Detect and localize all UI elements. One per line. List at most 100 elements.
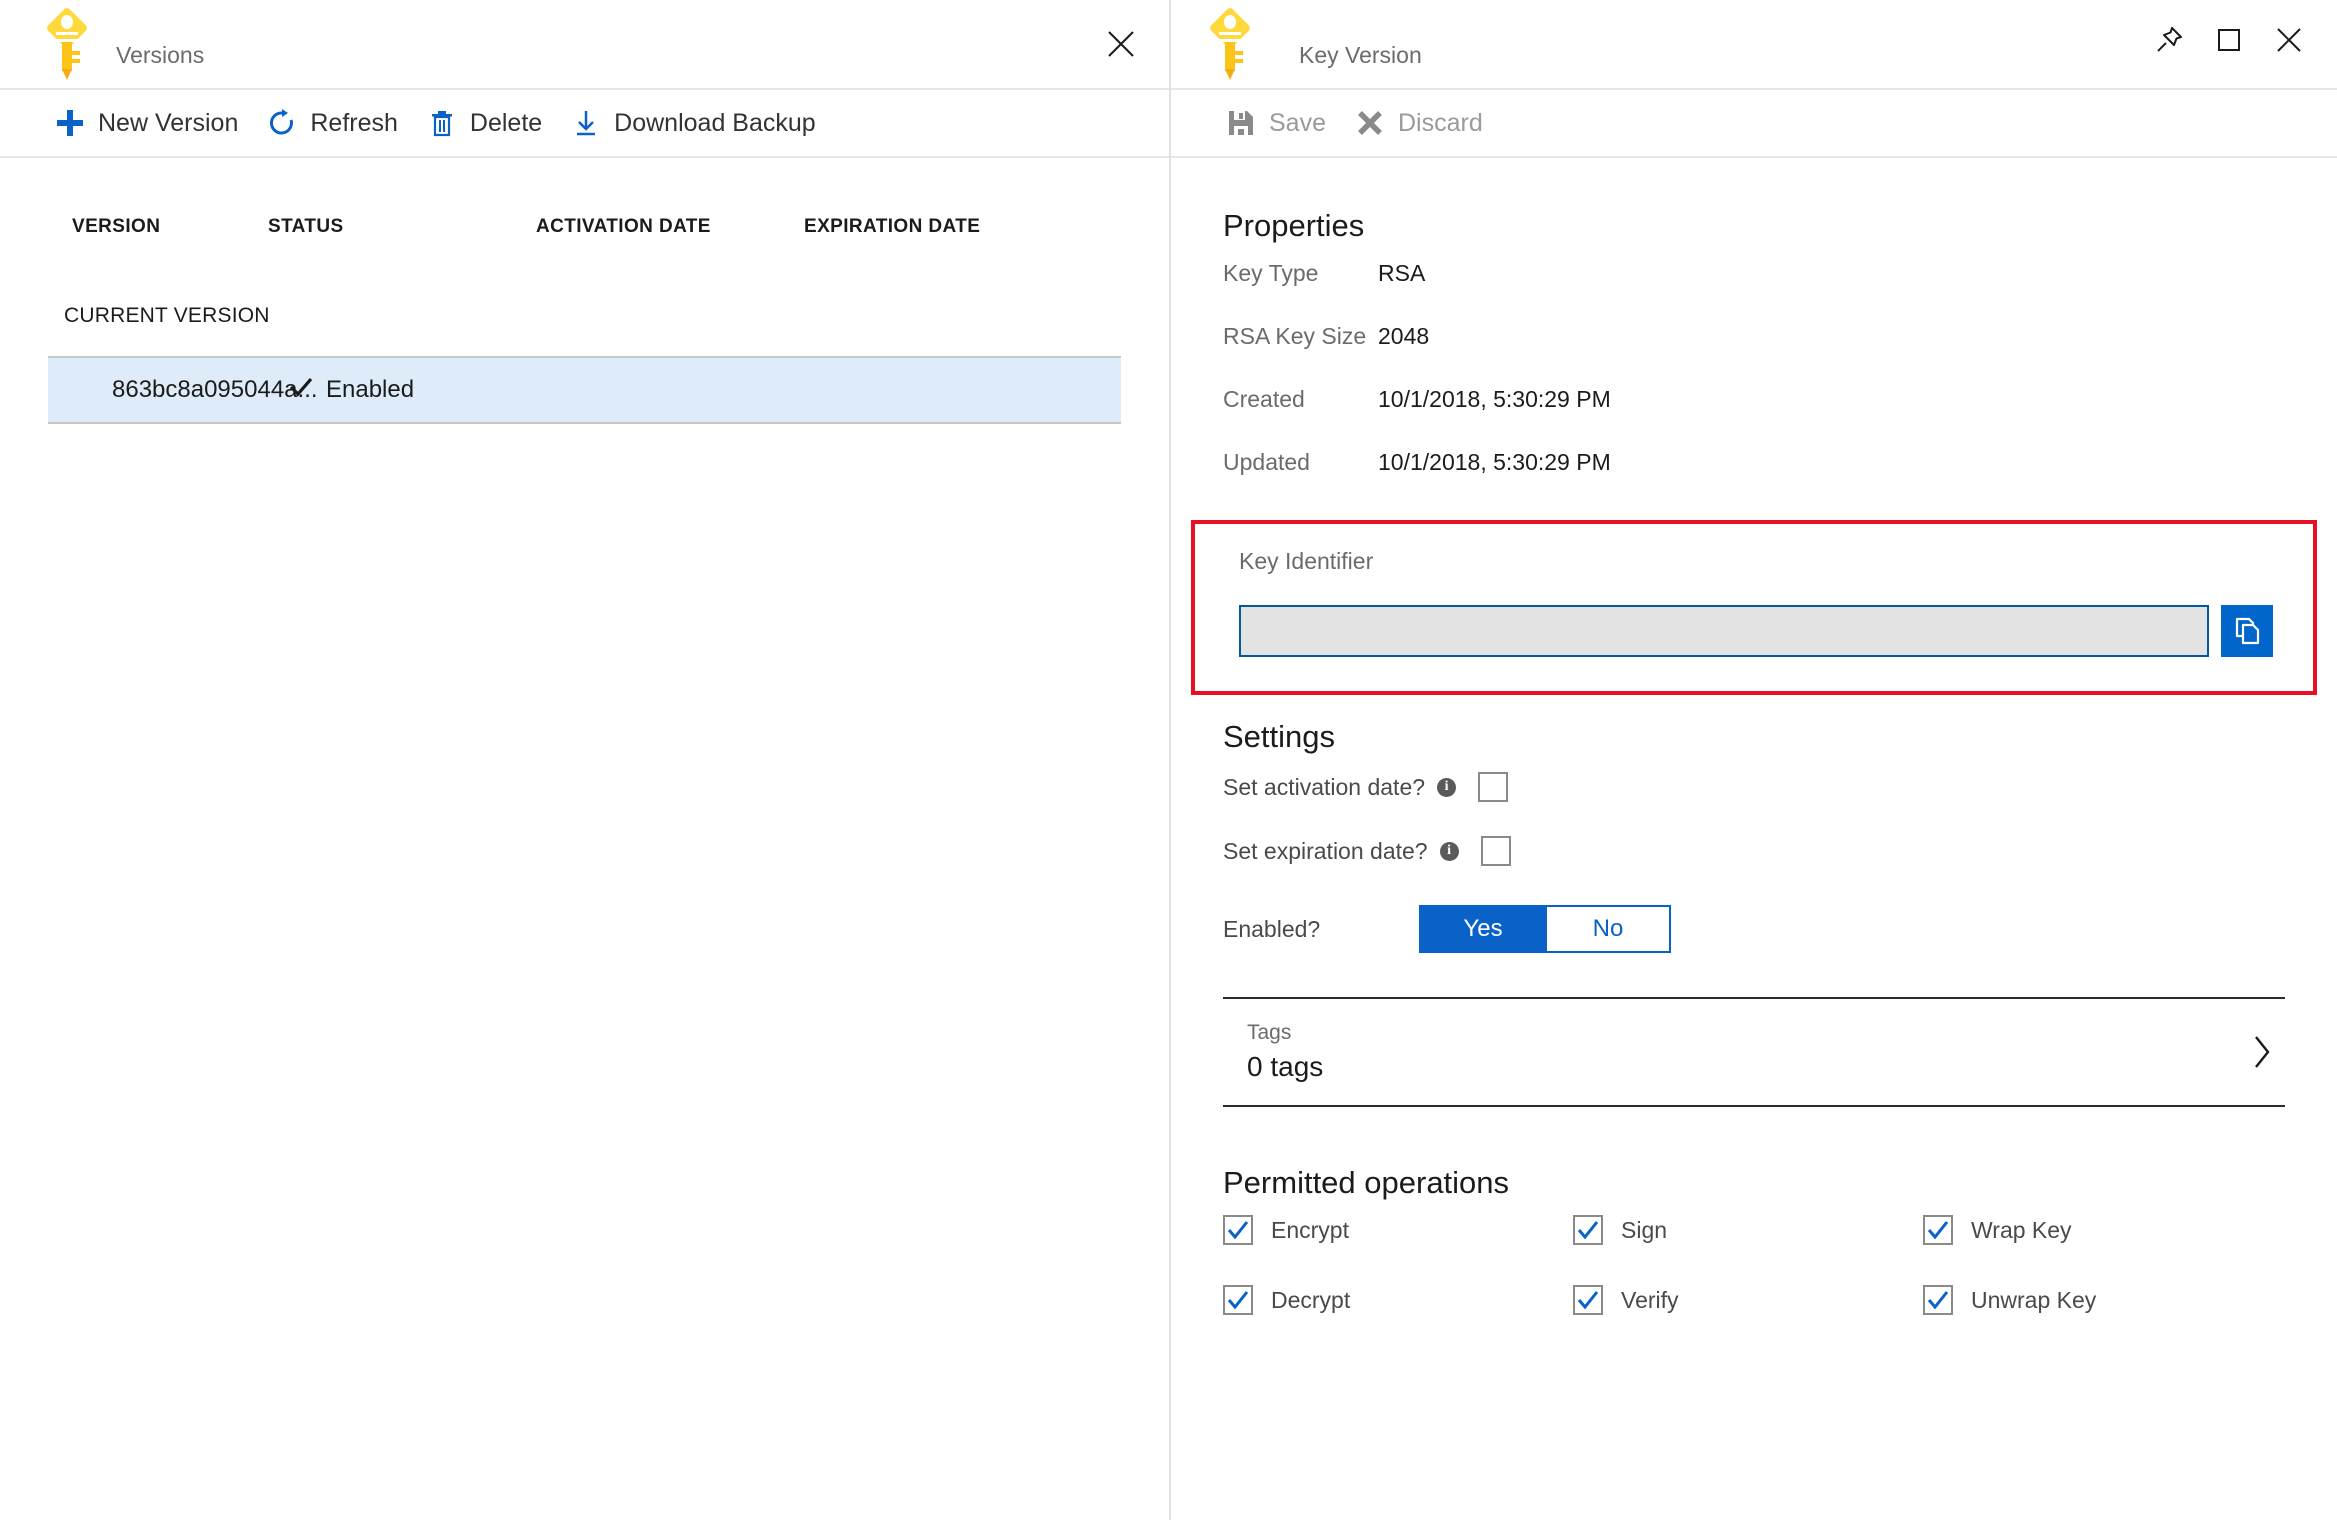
- maximize-blade-button[interactable]: [2199, 10, 2259, 70]
- property-label: Key Type: [1223, 260, 1319, 286]
- enabled-row: Enabled? Yes No: [1171, 897, 2337, 961]
- key-icon: [1208, 6, 1252, 81]
- key-icon: [45, 6, 89, 81]
- permission-label: Unwrap Key: [1971, 1286, 2097, 1313]
- copy-icon: [2235, 617, 2260, 645]
- delete-button[interactable]: Delete: [412, 94, 556, 152]
- download-icon: [570, 107, 602, 139]
- property-label: Updated: [1223, 449, 1310, 475]
- permission-label: Wrap Key: [1971, 1216, 2072, 1243]
- decrypt-checkbox[interactable]: [1223, 1285, 1253, 1315]
- trash-icon: [426, 107, 458, 139]
- wrap-key-checkbox[interactable]: [1923, 1215, 1953, 1245]
- new-version-button[interactable]: New Version: [40, 94, 252, 152]
- versions-toolbar: New Version Refresh Delete Download Back…: [0, 90, 1169, 158]
- permitted-operations-section: Permitted operations Encrypt Sign Wrap K…: [1171, 1165, 2337, 1315]
- check-icon: [1927, 1221, 1949, 1240]
- row-version-value: 863bc8a095044a...: [112, 376, 318, 403]
- set-expiration-date-checkbox[interactable]: [1480, 836, 1511, 866]
- tags-label: Tags: [1247, 1021, 1292, 1044]
- set-activation-date-checkbox[interactable]: [1478, 772, 1509, 802]
- close-versions-blade-button[interactable]: [1093, 16, 1149, 72]
- properties-heading: Properties: [1223, 208, 1365, 243]
- check-icon: [1227, 1221, 1249, 1240]
- settings-heading: Settings: [1223, 719, 1336, 754]
- versions-table: VERSION STATUS ACTIVATION DATE EXPIRATIO…: [0, 158, 1169, 1520]
- versions-blade-header: Versions: [0, 0, 1169, 90]
- window-controls: [2139, 10, 2319, 70]
- permission-encrypt[interactable]: Encrypt: [1223, 1215, 1573, 1245]
- app-screen: Versions New Version Refresh Delete Down…: [0, 0, 2337, 1520]
- save-icon: [1225, 107, 1257, 139]
- permission-unwrap-key[interactable]: Unwrap Key: [1923, 1285, 2273, 1315]
- key-version-blade-header: Key Version: [1171, 0, 2337, 90]
- unwrap-key-checkbox[interactable]: [1923, 1285, 1953, 1315]
- discard-icon: [1354, 107, 1386, 139]
- save-button[interactable]: Save: [1211, 94, 1340, 152]
- pin-icon: [2157, 27, 2182, 52]
- key-identifier-highlight: Key Identifier: [1191, 520, 2317, 695]
- key-identifier-label: Key Identifier: [1239, 548, 1374, 574]
- column-header-activation-date: ACTIVATION DATE: [536, 216, 711, 237]
- copy-key-identifier-button[interactable]: [2221, 605, 2273, 657]
- permission-decrypt[interactable]: Decrypt: [1223, 1285, 1573, 1315]
- close-blade-button[interactable]: [2259, 10, 2319, 70]
- check-icon: [288, 374, 314, 407]
- property-label: RSA Key Size: [1223, 323, 1367, 349]
- permission-label: Decrypt: [1271, 1286, 1351, 1313]
- enabled-label: Enabled?: [1223, 915, 1321, 942]
- table-row[interactable]: 863bc8a095044a... Enabled: [48, 356, 1121, 424]
- permission-verify[interactable]: Verify: [1573, 1285, 1923, 1315]
- permission-sign[interactable]: Sign: [1573, 1215, 1923, 1245]
- property-label: Created: [1223, 386, 1305, 412]
- discard-label: Discard: [1397, 108, 1483, 137]
- info-icon[interactable]: i: [1439, 841, 1459, 861]
- check-icon: [1927, 1291, 1949, 1310]
- set-expiration-date-row: Set expiration date? i: [1171, 819, 2337, 883]
- property-row-created: Created 10/1/2018, 5:30:29 PM: [1171, 386, 2337, 449]
- enabled-toggle: Yes No: [1419, 905, 1671, 953]
- delete-label: Delete: [469, 108, 543, 137]
- key-identifier-input[interactable]: [1239, 605, 2209, 657]
- property-value: 2048: [1378, 323, 1430, 349]
- enabled-yes-button[interactable]: Yes: [1419, 905, 1545, 953]
- discard-button[interactable]: Discard: [1340, 94, 1497, 152]
- key-identifier-row: [1227, 605, 2281, 657]
- column-header-status: STATUS: [268, 216, 344, 237]
- permission-label: Sign: [1621, 1216, 1668, 1243]
- property-row-updated: Updated 10/1/2018, 5:30:29 PM: [1171, 449, 2337, 512]
- property-row-rsa-key-size: RSA Key Size 2048: [1171, 323, 2337, 386]
- close-icon: [1108, 31, 1134, 57]
- chevron-right-icon: [2255, 1036, 2270, 1068]
- permission-label: Encrypt: [1271, 1216, 1349, 1243]
- versions-table-header-row: VERSION STATUS ACTIVATION DATE EXPIRATIO…: [0, 158, 1169, 238]
- versions-blade-title: Versions: [116, 41, 205, 68]
- key-version-blade-title: Key Version: [1299, 41, 1422, 68]
- permission-label: Verify: [1621, 1286, 1679, 1313]
- tags-count: 0 tags: [1247, 1051, 1324, 1082]
- encrypt-checkbox[interactable]: [1223, 1215, 1253, 1245]
- pin-blade-button[interactable]: [2139, 10, 2199, 70]
- row-status-label: Enabled: [326, 376, 415, 403]
- property-row-key-type: Key Type RSA: [1171, 260, 2337, 323]
- download-backup-button[interactable]: Download Backup: [556, 94, 830, 152]
- sign-checkbox[interactable]: [1573, 1215, 1603, 1245]
- permission-wrap-key[interactable]: Wrap Key: [1923, 1215, 2273, 1245]
- download-backup-label: Download Backup: [614, 108, 816, 137]
- property-value: 10/1/2018, 5:30:29 PM: [1378, 386, 1611, 412]
- properties-list: Key Type RSA RSA Key Size 2048 Created 1…: [1171, 260, 2337, 512]
- check-icon: [1227, 1291, 1249, 1310]
- verify-checkbox[interactable]: [1573, 1285, 1603, 1315]
- info-icon[interactable]: i: [1437, 777, 1457, 797]
- tags-section[interactable]: Tags 0 tags: [1223, 997, 2285, 1107]
- column-header-version: VERSION: [72, 216, 161, 237]
- property-value: 10/1/2018, 5:30:29 PM: [1378, 449, 1611, 475]
- check-icon: [1577, 1221, 1599, 1240]
- set-activation-date-label: Set activation date?: [1223, 773, 1426, 800]
- refresh-button[interactable]: Refresh: [252, 94, 412, 152]
- tags-text: Tags 0 tags: [1247, 1021, 1323, 1083]
- new-version-label: New Version: [98, 108, 239, 137]
- enabled-no-button[interactable]: No: [1545, 905, 1671, 953]
- property-value: RSA: [1378, 260, 1426, 286]
- refresh-icon: [266, 107, 298, 139]
